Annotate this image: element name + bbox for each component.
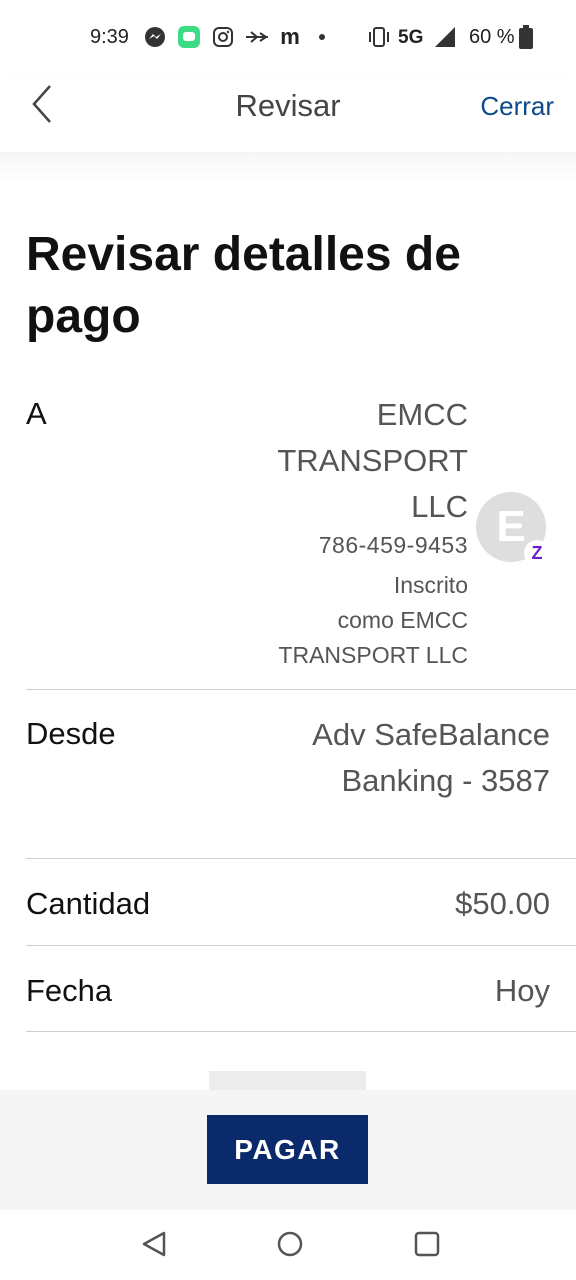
signal-icon (432, 24, 458, 50)
network-type: 5G (398, 27, 424, 48)
battery-icon (518, 24, 534, 50)
recipient-name: EMCC TRANSPORT LLC (228, 392, 468, 530)
close-button[interactable]: Cerrar (480, 91, 554, 122)
dot-icon (316, 24, 328, 50)
recipient-enrolled: Inscrito como EMCC TRANSPORT LLC (248, 568, 468, 673)
from-label: Desde (26, 716, 116, 751)
divider (26, 945, 576, 946)
battery-text: 60 % (469, 26, 515, 48)
airplane-wifi-icon (242, 24, 272, 50)
nav-home-button[interactable] (272, 1228, 308, 1264)
recipient-name-line: EMCC (376, 397, 468, 432)
divider (26, 1031, 576, 1032)
divider (26, 858, 576, 859)
status-time: 9:39 (90, 26, 129, 48)
divider (26, 689, 576, 690)
back-triangle-icon (140, 1230, 168, 1263)
vibrate-icon (366, 24, 392, 50)
date-label: Fecha (26, 973, 113, 1008)
pay-button[interactable]: PAGAR (207, 1115, 368, 1184)
mzone-icon: m (280, 24, 300, 49)
from-value-line: Adv SafeBalance (312, 717, 550, 752)
home-circle-icon (276, 1230, 304, 1263)
zelle-badge-icon: Z (524, 540, 550, 566)
nav-recents-button[interactable] (409, 1228, 445, 1264)
enrolled-line: como EMCC (337, 607, 468, 633)
recipient-label: A (26, 396, 47, 431)
recipient-name-line: TRANSPORT (277, 443, 468, 478)
recipient-name-line: LLC (411, 489, 468, 524)
recipient-phone: 786-459-9453 (318, 532, 468, 558)
scroll-hint (209, 1071, 366, 1090)
nav-back-button[interactable] (136, 1228, 172, 1264)
enrolled-line: TRANSPORT LLC (278, 642, 468, 668)
from-value-line: Banking - 3587 (341, 763, 550, 798)
system-nav-bar (0, 1210, 576, 1280)
recents-square-icon (413, 1230, 441, 1263)
instagram-icon (210, 24, 236, 50)
chat-icon (176, 24, 202, 50)
amount-label: Cantidad (26, 886, 151, 921)
status-bar: 9:39 m 5G 60 % (0, 0, 576, 74)
messenger-icon (142, 24, 168, 50)
page-title: Revisar detalles de pago (26, 228, 461, 343)
app-header: Revisar Cerrar (0, 74, 576, 152)
date-value: Hoy (494, 973, 550, 1008)
header-shadow (0, 152, 576, 188)
from-value: Adv SafeBalance Banking - 3587 (250, 712, 550, 804)
amount-value: $50.00 (455, 886, 550, 921)
enrolled-line: Inscrito (393, 572, 468, 598)
